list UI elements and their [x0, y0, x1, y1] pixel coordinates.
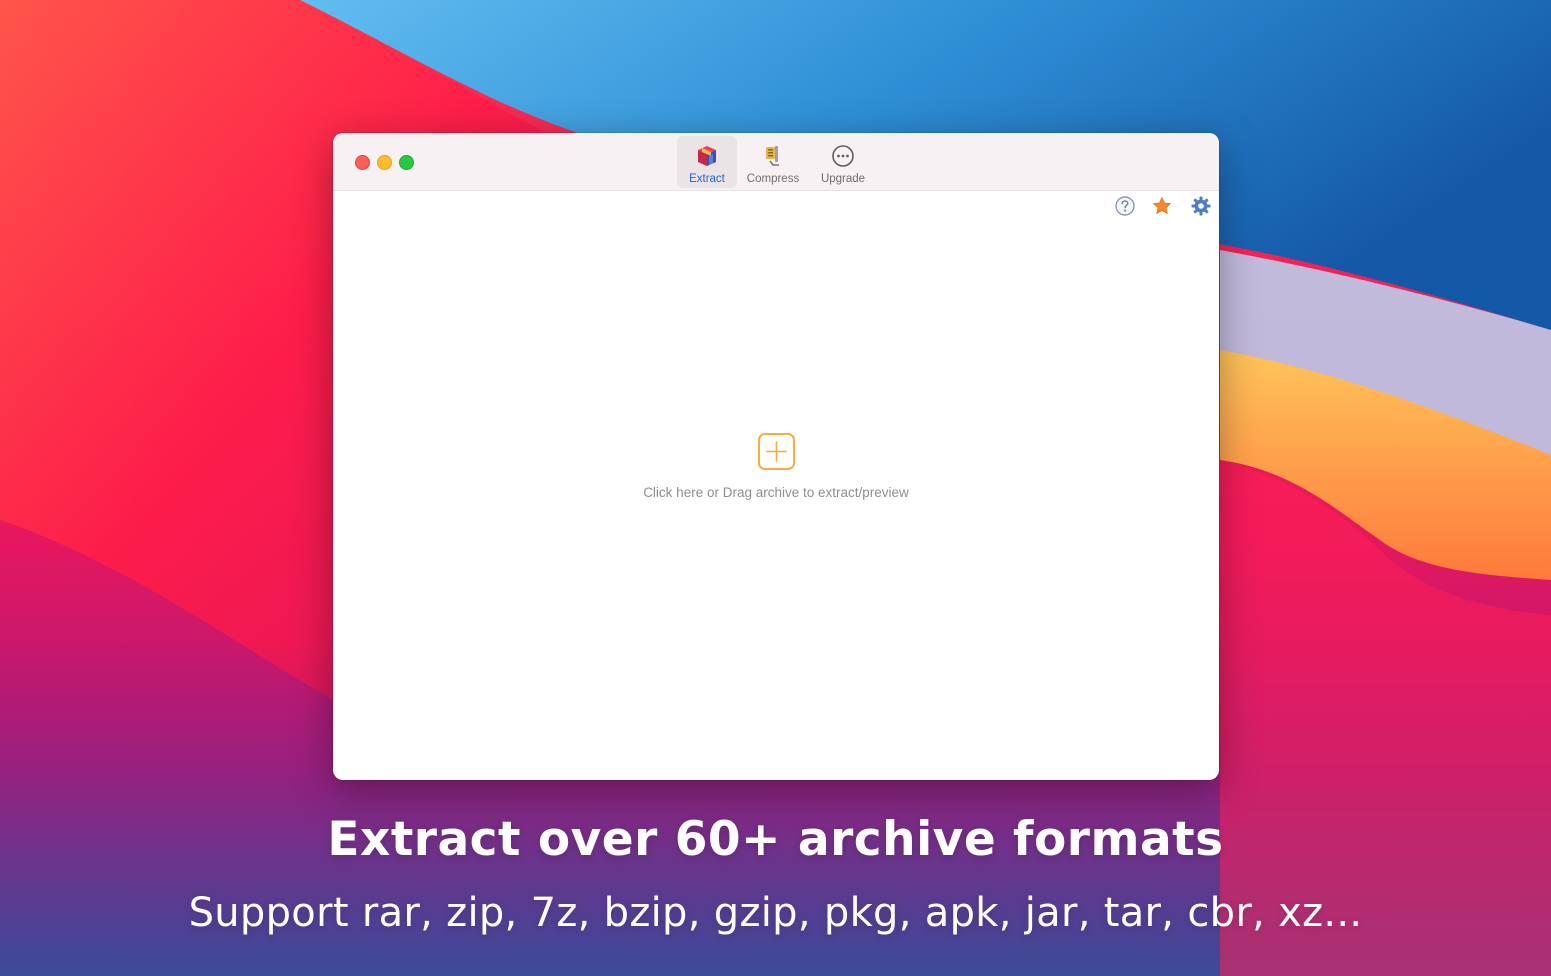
minimize-window-button[interactable] — [377, 155, 392, 170]
toolbar-upgrade-label: Upgrade — [820, 173, 866, 185]
toolbar-compress-button[interactable]: Compress — [741, 136, 805, 188]
compress-icon — [766, 146, 779, 166]
plus-icon — [765, 441, 787, 462]
close-window-button[interactable] — [355, 155, 370, 170]
star-icon[interactable] — [1151, 195, 1173, 217]
title-bar: Extract Compress Upgrade — [333, 133, 1219, 191]
toolbar-upgrade-button[interactable]: Upgrade — [811, 136, 875, 188]
toolbar-extract-button[interactable]: Extract — [677, 136, 737, 188]
drop-zone-instruction: Click here or Drag archive to extract/pr… — [643, 485, 909, 500]
drop-zone[interactable]: Click here or Drag archive to extract/pr… — [533, 423, 1019, 523]
zoom-window-button[interactable] — [399, 155, 414, 170]
toolbar-compress-label: Compress — [746, 173, 800, 185]
app-window: Extract Compress Upgrade Click here or D… — [333, 133, 1219, 780]
extract-icon — [698, 146, 716, 166]
add-archive-button[interactable] — [757, 433, 795, 470]
more-circle-icon — [832, 145, 854, 167]
gear-icon[interactable] — [1190, 195, 1212, 217]
marketing-headline: Extract over 60+ archive formats — [327, 812, 1224, 867]
help-icon[interactable] — [1114, 195, 1136, 217]
marketing-subheadline: Support rar, zip, 7z, bzip, gzip, pkg, a… — [188, 890, 1363, 936]
toolbar-extract-label: Extract — [689, 173, 725, 185]
